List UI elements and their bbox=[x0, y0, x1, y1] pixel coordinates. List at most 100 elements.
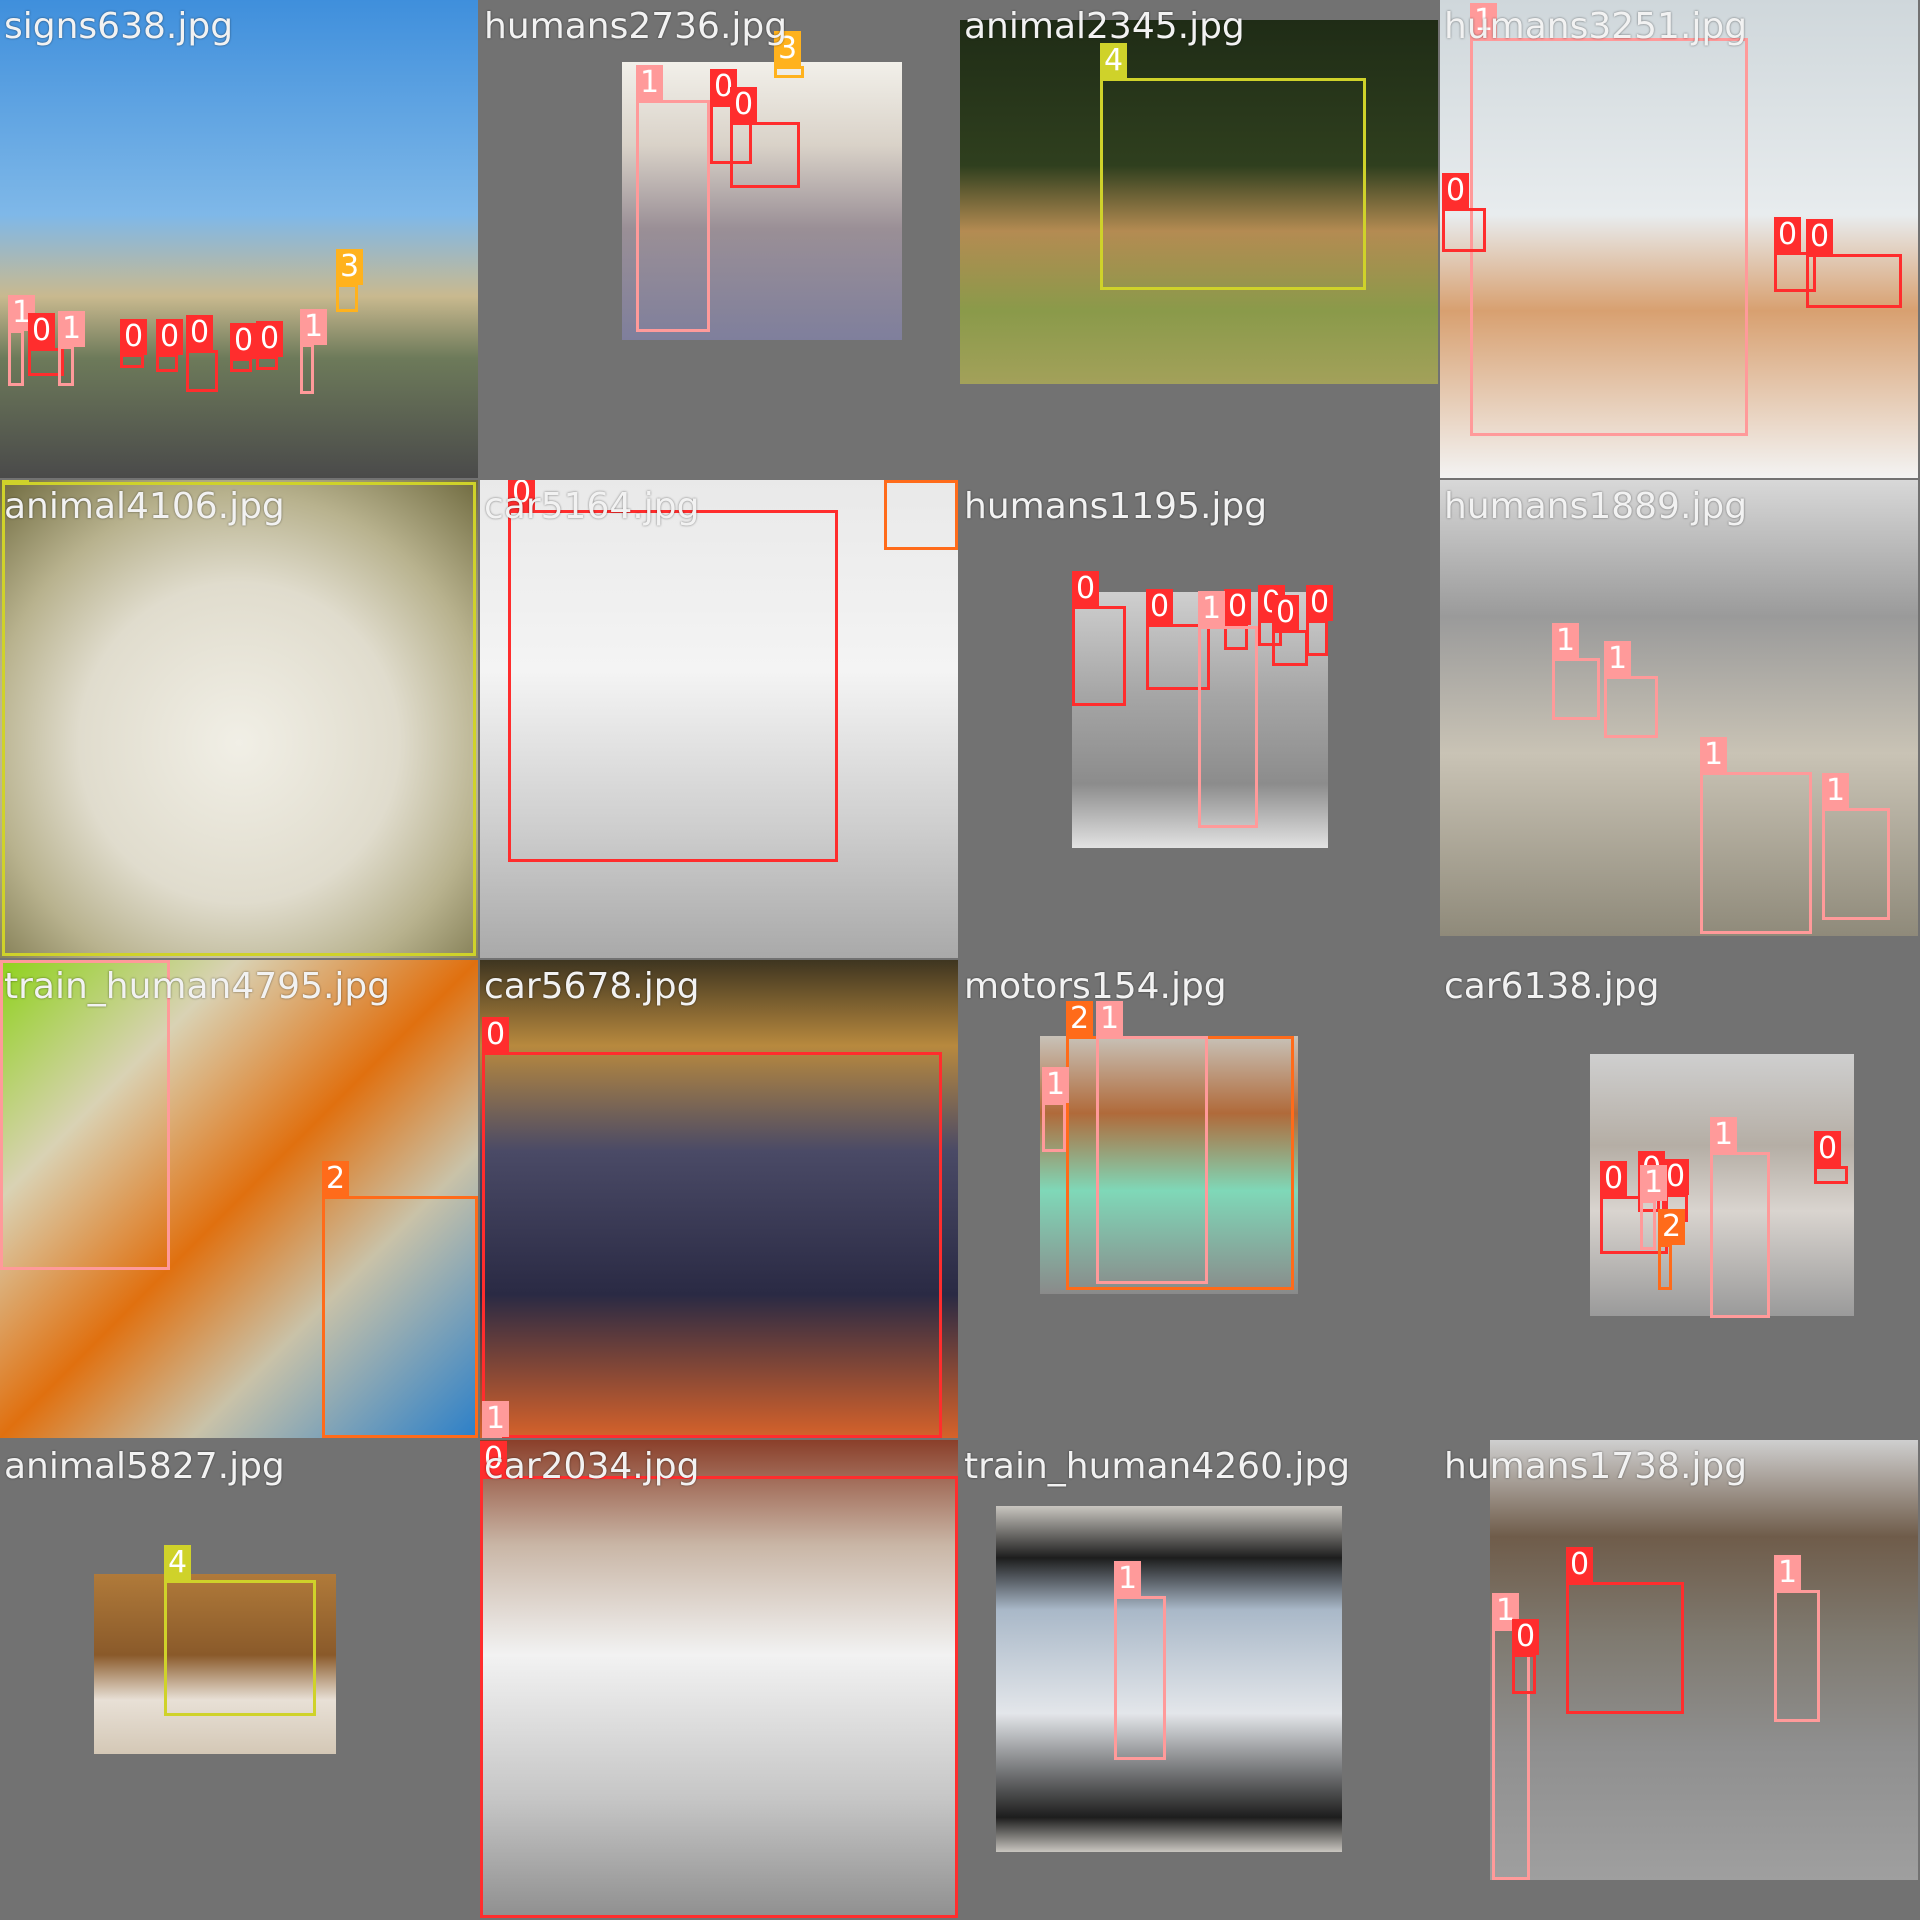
detection-label: 2 bbox=[1658, 1209, 1686, 1245]
detection-box[interactable]: 1 bbox=[300, 309, 328, 394]
detection-label: 1 bbox=[636, 65, 664, 101]
tile-photo bbox=[0, 0, 478, 478]
detection-label: 0 bbox=[1146, 589, 1174, 625]
detection-label: 0 bbox=[1306, 585, 1334, 621]
tile-filename: animal2345.jpg bbox=[964, 6, 1245, 47]
detection-box[interactable]: 0 bbox=[1272, 595, 1308, 666]
detection-label: 0 bbox=[1806, 219, 1834, 255]
mosaic-tile[interactable]: humans3251.jpg 1 0 0 0 bbox=[1440, 0, 1918, 478]
mosaic-tile[interactable]: humans1195.jpg 0 0 0 0 0 0 1 bbox=[960, 480, 1438, 958]
mosaic-tile[interactable]: car5678.jpg 0 1 bbox=[480, 960, 958, 1438]
detection-box[interactable]: 0 bbox=[186, 315, 218, 392]
detection-box[interactable]: 3 bbox=[774, 31, 804, 78]
detection-box[interactable]: 0 bbox=[1814, 1131, 1848, 1184]
detection-box[interactable]: 1 bbox=[482, 1401, 510, 1438]
detection-box[interactable]: 1 bbox=[8, 295, 36, 386]
detection-label: 1 bbox=[1114, 1561, 1142, 1597]
detection-label: 1 bbox=[1042, 1067, 1070, 1103]
detection-label: 0 bbox=[256, 321, 284, 357]
detection-box[interactable]: 0 bbox=[120, 319, 148, 368]
mosaic-tile[interactable]: train_human4260.jpg 1 bbox=[960, 1440, 1438, 1918]
detection-box[interactable]: 3 bbox=[336, 249, 364, 312]
detection-box[interactable]: 2 bbox=[1658, 1209, 1686, 1290]
detection-label: 0 bbox=[730, 87, 758, 123]
detection-box[interactable]: 0 bbox=[1442, 173, 1486, 252]
tile-filename: animal5827.jpg bbox=[4, 1446, 285, 1487]
mosaic-tile[interactable]: motors154.jpg 2 1 1 bbox=[960, 960, 1438, 1438]
detection-label: 0 bbox=[1442, 173, 1470, 209]
detection-label: 1 bbox=[1710, 1117, 1738, 1153]
mosaic-tile[interactable]: car5164.jpg 0 2 bbox=[480, 480, 958, 958]
detection-label: 3 bbox=[336, 249, 364, 285]
detection-box[interactable]: 0 bbox=[1566, 1547, 1684, 1714]
detection-box[interactable]: 1 bbox=[1114, 1561, 1166, 1760]
mosaic-tile[interactable]: humans1889.jpg 1 1 1 1 bbox=[1440, 480, 1918, 958]
detection-box[interactable]: 1 bbox=[636, 65, 710, 332]
tile-filename: train_human4260.jpg bbox=[964, 1446, 1351, 1487]
detection-box[interactable]: 1 bbox=[1604, 641, 1658, 738]
detection-box[interactable]: 1 bbox=[1822, 773, 1890, 920]
detection-box[interactable]: 0 bbox=[730, 87, 800, 188]
detection-box[interactable]: 1 bbox=[1640, 1165, 1668, 1250]
mosaic-tile[interactable]: humans1738.jpg 0 1 1 0 bbox=[1440, 1440, 1918, 1918]
detection-label: 0 bbox=[1224, 589, 1252, 625]
detection-label: 0 bbox=[1512, 1619, 1540, 1655]
detection-box[interactable]: 2 bbox=[322, 1161, 478, 1438]
mosaic-tile[interactable]: train_human4795.jpg 1 2 bbox=[0, 960, 478, 1438]
detection-label: 0 bbox=[1814, 1131, 1842, 1167]
tile-filename: motors154.jpg bbox=[964, 966, 1227, 1007]
tile-filename: car6138.jpg bbox=[1444, 966, 1660, 1007]
detection-box[interactable]: 4 bbox=[2, 480, 476, 956]
detection-box[interactable]: 1 bbox=[58, 311, 86, 386]
detection-label: 0 bbox=[1072, 571, 1100, 607]
mosaic-tile[interactable]: animal2345.jpg 4 bbox=[960, 0, 1438, 478]
detection-box[interactable]: 4 bbox=[1100, 43, 1366, 290]
detection-label: 0 bbox=[120, 319, 148, 355]
tile-filename: car5678.jpg bbox=[484, 966, 700, 1007]
detection-label: 0 bbox=[186, 315, 214, 351]
detection-box[interactable]: 0 bbox=[1306, 585, 1334, 656]
detection-box[interactable]: 1 bbox=[1552, 623, 1600, 720]
detection-label: 1 bbox=[482, 1401, 510, 1437]
tile-filename: car5164.jpg bbox=[484, 486, 700, 527]
detection-label: 4 bbox=[1100, 43, 1128, 79]
detection-label: 1 bbox=[1700, 737, 1728, 773]
detection-label: 4 bbox=[164, 1545, 192, 1581]
mosaic-tile[interactable]: humans2736.jpg 1 0 0 3 bbox=[480, 0, 958, 478]
mosaic-tile[interactable]: car2034.jpg 0 bbox=[480, 1440, 958, 1918]
mosaic-tile[interactable]: car6138.jpg 0 0 0 1 1 2 0 bbox=[1440, 960, 1918, 1438]
detection-box[interactable]: 4 bbox=[164, 1545, 316, 1716]
tile-filename: car2034.jpg bbox=[484, 1446, 700, 1487]
mosaic-tile[interactable]: signs638.jpg 1 0 1 0 0 0 0 0 1 3 bbox=[0, 0, 478, 478]
detection-label: 0 bbox=[1272, 595, 1300, 631]
detection-box[interactable]: 0 bbox=[230, 323, 258, 372]
detection-label: 0 bbox=[230, 323, 258, 359]
detection-box[interactable]: 0 bbox=[1072, 571, 1126, 706]
detection-box[interactable]: 0 bbox=[256, 321, 284, 370]
detection-box[interactable]: 0 bbox=[1512, 1619, 1540, 1694]
detection-label: 0 bbox=[482, 1017, 510, 1053]
detection-box[interactable]: 1 bbox=[1700, 737, 1812, 934]
tile-filename: humans1738.jpg bbox=[1444, 1446, 1748, 1487]
detection-box[interactable]: 1 bbox=[1198, 591, 1258, 828]
detection-label: 0 bbox=[1774, 217, 1802, 253]
detection-box[interactable]: 0 bbox=[508, 480, 838, 862]
detection-label: 0 bbox=[1600, 1161, 1628, 1197]
detection-box[interactable]: 0 bbox=[482, 1017, 942, 1438]
detection-box[interactable]: 1 bbox=[1774, 1555, 1820, 1722]
mosaic-tile[interactable]: animal4106.jpg 4 bbox=[0, 480, 478, 958]
detection-box[interactable]: 0 bbox=[1806, 219, 1902, 308]
detection-box[interactable]: 1 bbox=[1710, 1117, 1770, 1318]
detection-label: 1 bbox=[1198, 591, 1226, 627]
detection-box[interactable]: 0 bbox=[480, 1441, 958, 1918]
detection-label: 2 bbox=[322, 1161, 350, 1197]
detection-box[interactable]: 2 bbox=[884, 480, 958, 550]
detection-box[interactable]: 1 bbox=[1042, 1067, 1070, 1152]
detection-box[interactable]: 1 bbox=[1470, 3, 1748, 436]
detection-label: 0 bbox=[28, 313, 56, 349]
detection-box[interactable]: 0 bbox=[156, 319, 184, 372]
detection-box[interactable]: 1 bbox=[1096, 1001, 1208, 1284]
mosaic-tile[interactable]: animal5827.jpg 4 bbox=[0, 1440, 478, 1918]
tile-filename: humans1889.jpg bbox=[1444, 486, 1748, 527]
tile-filename: humans1195.jpg bbox=[964, 486, 1268, 527]
